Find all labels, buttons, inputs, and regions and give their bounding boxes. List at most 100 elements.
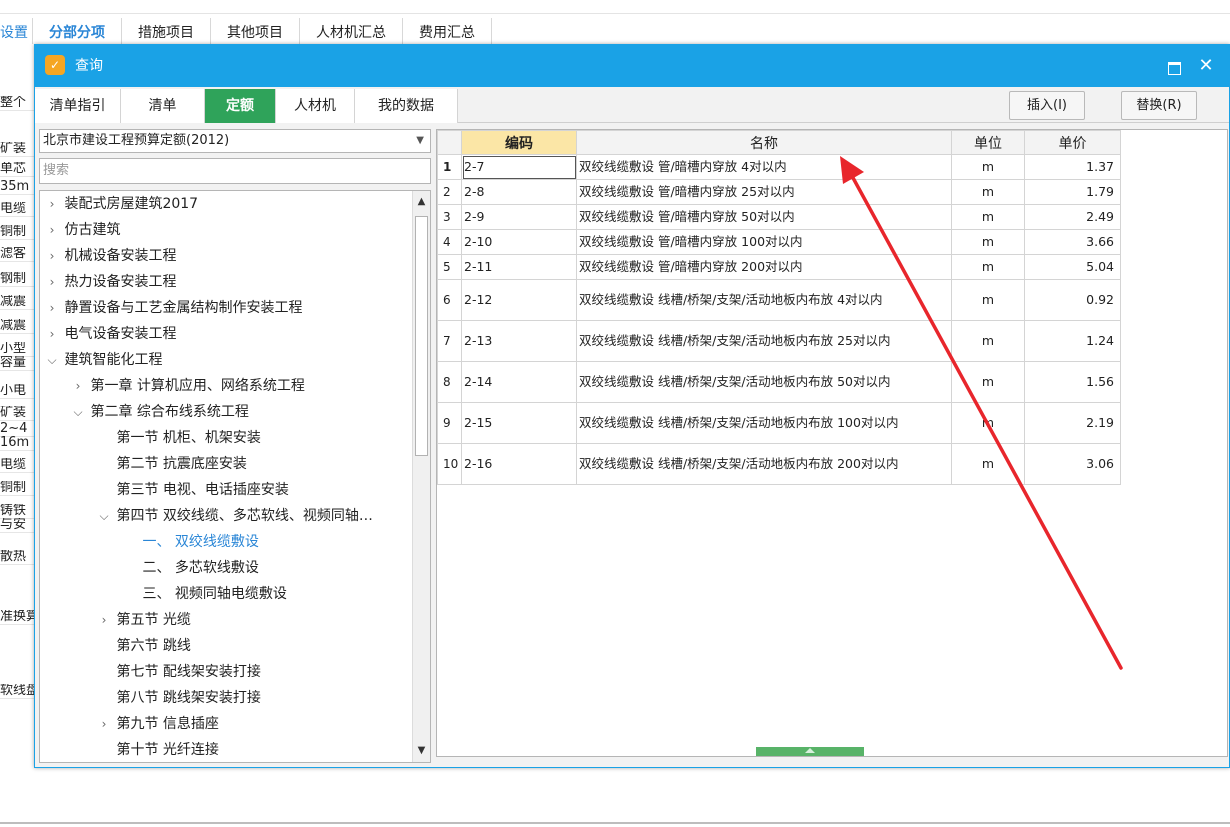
quota-code[interactable]: 2-16 xyxy=(461,443,577,485)
chevron-right-icon[interactable]: › xyxy=(70,373,86,399)
tree-node[interactable]: 第七节 配线架安装打接 xyxy=(40,659,410,685)
insert-button[interactable]: 插入(I) xyxy=(1009,91,1085,120)
table-row[interactable]: 7 2-13 双绞线缆敷设 线槽/桥架/支架/活动地板内布放 25对以内 m 1.24 xyxy=(437,320,1121,362)
row-index[interactable]: 1 xyxy=(437,154,462,180)
tree-node[interactable]: › 机械设备安装工程 xyxy=(40,243,410,269)
maximize-icon[interactable] xyxy=(1163,55,1185,77)
row-index[interactable]: 3 xyxy=(437,204,462,230)
quota-name[interactable]: 双绞线缆敷设 管/暗槽内穿放 4对以内 xyxy=(576,154,952,180)
chevron-right-icon[interactable]: › xyxy=(44,295,60,321)
quota-code[interactable]: 2-12 xyxy=(461,279,577,321)
quota-code[interactable]: 2-15 xyxy=(461,402,577,444)
quota-library-select[interactable]: 北京市建设工程预算定额(2012) ▼ xyxy=(39,129,431,153)
chevron-right-icon[interactable]: › xyxy=(44,243,60,269)
quota-unit[interactable]: m xyxy=(951,279,1025,321)
quota-name[interactable]: 双绞线缆敷设 线槽/桥架/支架/活动地板内布放 100对以内 xyxy=(576,402,952,444)
tab-quota[interactable]: 定额 xyxy=(205,89,276,123)
tree-node[interactable]: › 装配式房屋建筑2017 xyxy=(40,191,410,217)
scrollbar-thumb[interactable] xyxy=(415,216,428,456)
tree-node[interactable]: 第十节 光纤连接 xyxy=(40,737,410,762)
quota-name[interactable]: 双绞线缆敷设 管/暗槽内穿放 25对以内 xyxy=(576,179,952,205)
quota-price[interactable]: 1.79 xyxy=(1024,179,1121,205)
tree-scrollbar[interactable]: ▲ ▼ xyxy=(412,191,430,762)
tab-my-data[interactable]: 我的数据 xyxy=(355,89,458,123)
row-index[interactable]: 9 xyxy=(437,402,462,444)
quota-unit[interactable]: m xyxy=(951,154,1025,180)
chevron-down-icon[interactable]: ⌵ xyxy=(96,503,112,529)
tree-node[interactable]: ⌵ 第四节 双绞线缆、多芯软线、视频同轴… xyxy=(40,503,410,529)
tab-list-guide[interactable]: 清单指引 xyxy=(35,89,121,123)
column-header-code[interactable]: 编码 xyxy=(461,130,577,155)
tree-node[interactable]: 第六节 跳线 xyxy=(40,633,410,659)
tree-node[interactable]: ⌵ 第二章 综合布线系统工程 xyxy=(40,399,410,425)
chevron-right-icon[interactable]: › xyxy=(44,217,60,243)
tree-node[interactable]: 第一节 机柜、机架安装 xyxy=(40,425,410,451)
tree-node[interactable]: 二、 多芯软线敷设 xyxy=(40,555,410,581)
background-tab[interactable]: 费用汇总 xyxy=(403,18,492,44)
quota-price[interactable]: 2.19 xyxy=(1024,402,1121,444)
row-index[interactable]: 7 xyxy=(437,320,462,362)
dialog-titlebar[interactable]: ✓ 查询 ✕ xyxy=(35,45,1229,87)
quota-price[interactable]: 5.04 xyxy=(1024,254,1121,280)
quota-unit[interactable]: m xyxy=(951,179,1025,205)
chevron-right-icon[interactable]: › xyxy=(96,711,112,737)
chevron-right-icon[interactable]: › xyxy=(96,607,112,633)
chevron-down-icon[interactable]: ▼ xyxy=(416,130,424,152)
quota-unit[interactable]: m xyxy=(951,320,1025,362)
replace-button[interactable]: 替换(R) xyxy=(1121,91,1197,120)
quota-code[interactable]: 2-10 xyxy=(461,229,577,255)
row-index[interactable]: 8 xyxy=(437,361,462,403)
background-tab[interactable]: 措施项目 xyxy=(122,18,211,44)
quota-name[interactable]: 双绞线缆敷设 线槽/桥架/支架/活动地板内布放 200对以内 xyxy=(576,443,952,485)
background-tab[interactable]: 其他项目 xyxy=(211,18,300,44)
quota-name[interactable]: 双绞线缆敷设 线槽/桥架/支架/活动地板内布放 4对以内 xyxy=(576,279,952,321)
quota-unit[interactable]: m xyxy=(951,254,1025,280)
chevron-right-icon[interactable]: › xyxy=(44,191,60,217)
tree-node[interactable]: › 静置设备与工艺金属结构制作安装工程 xyxy=(40,295,410,321)
tab-list[interactable]: 清单 xyxy=(121,89,205,123)
tree-node[interactable]: › 热力设备安装工程 xyxy=(40,269,410,295)
column-header-unit[interactable]: 单位 xyxy=(951,130,1025,155)
quota-code[interactable]: 2-14 xyxy=(461,361,577,403)
tree-node[interactable]: 第八节 跳线架安装打接 xyxy=(40,685,410,711)
quota-price[interactable]: 3.66 xyxy=(1024,229,1121,255)
table-row[interactable]: 5 2-11 双绞线缆敷设 管/暗槽内穿放 200对以内 m 5.04 xyxy=(437,254,1121,280)
tree-node[interactable]: › 第五节 光缆 xyxy=(40,607,410,633)
table-row[interactable]: 4 2-10 双绞线缆敷设 管/暗槽内穿放 100对以内 m 3.66 xyxy=(437,229,1121,255)
background-tab[interactable]: 设置 xyxy=(0,18,33,44)
tree-node[interactable]: 第二节 抗震底座安装 xyxy=(40,451,410,477)
chevron-down-icon[interactable]: ⌵ xyxy=(44,347,60,373)
quota-price[interactable]: 1.37 xyxy=(1024,154,1121,180)
scroll-up-icon[interactable]: ▲ xyxy=(416,195,427,209)
row-index[interactable]: 5 xyxy=(437,254,462,280)
table-row[interactable]: 3 2-9 双绞线缆敷设 管/暗槽内穿放 50对以内 m 2.49 xyxy=(437,204,1121,230)
tree-node[interactable]: › 电气设备安装工程 xyxy=(40,321,410,347)
quota-price[interactable]: 0.92 xyxy=(1024,279,1121,321)
quota-code[interactable]: 2-7 xyxy=(461,154,577,180)
table-row[interactable]: 9 2-15 双绞线缆敷设 线槽/桥架/支架/活动地板内布放 100对以内 m 2.19 xyxy=(437,402,1121,444)
panel-collapse-handle[interactable] xyxy=(756,747,864,756)
row-index[interactable]: 4 xyxy=(437,229,462,255)
quota-price[interactable]: 1.56 xyxy=(1024,361,1121,403)
tree-node[interactable]: ⌵ 建筑智能化工程 xyxy=(40,347,410,373)
table-row[interactable]: 6 2-12 双绞线缆敷设 线槽/桥架/支架/活动地板内布放 4对以内 m 0.92 xyxy=(437,279,1121,321)
chevron-right-icon[interactable]: › xyxy=(44,269,60,295)
table-row[interactable]: 2 2-8 双绞线缆敷设 管/暗槽内穿放 25对以内 m 1.79 xyxy=(437,179,1121,205)
quota-code[interactable]: 2-8 xyxy=(461,179,577,205)
search-input[interactable]: 搜索 xyxy=(39,158,431,184)
quota-unit[interactable]: m xyxy=(951,229,1025,255)
table-row[interactable]: 8 2-14 双绞线缆敷设 线槽/桥架/支架/活动地板内布放 50对以内 m 1.56 xyxy=(437,361,1121,403)
quota-name[interactable]: 双绞线缆敷设 线槽/桥架/支架/活动地板内布放 50对以内 xyxy=(576,361,952,403)
chevron-down-icon[interactable]: ⌵ xyxy=(70,399,86,425)
chevron-right-icon[interactable]: › xyxy=(44,321,60,347)
table-row[interactable]: 1 2-7 双绞线缆敷设 管/暗槽内穿放 4对以内 m 1.37 xyxy=(437,154,1121,180)
quota-code[interactable]: 2-13 xyxy=(461,320,577,362)
quota-name[interactable]: 双绞线缆敷设 管/暗槽内穿放 200对以内 xyxy=(576,254,952,280)
scroll-down-icon[interactable]: ▼ xyxy=(416,744,427,758)
column-header-name[interactable]: 名称 xyxy=(576,130,952,155)
tab-labor-material-machine[interactable]: 人材机 xyxy=(276,89,355,123)
quota-code[interactable]: 2-11 xyxy=(461,254,577,280)
row-index[interactable]: 2 xyxy=(437,179,462,205)
row-index[interactable]: 6 xyxy=(437,279,462,321)
quota-unit[interactable]: m xyxy=(951,361,1025,403)
